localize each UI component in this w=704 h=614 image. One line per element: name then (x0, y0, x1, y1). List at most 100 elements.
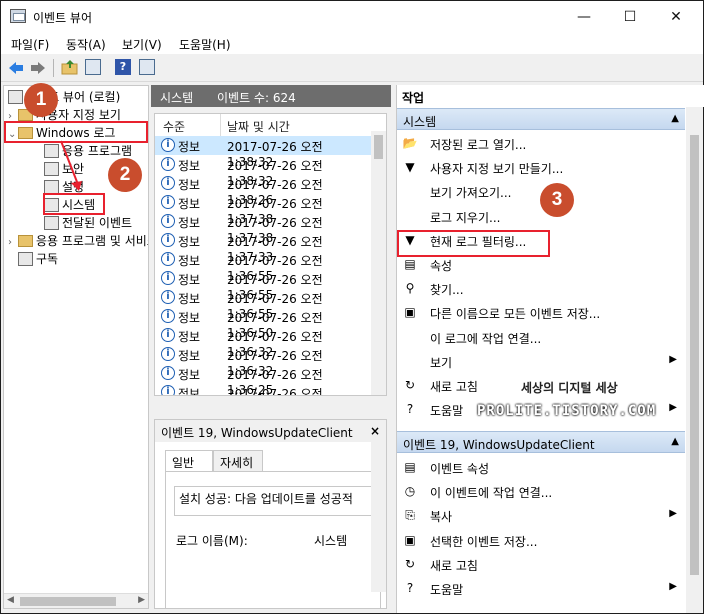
column-header-datetime[interactable]: 날짜 및 시간 (227, 118, 290, 135)
event-level: 정보 (178, 273, 201, 287)
maximize-button[interactable]: ☐ (607, 1, 653, 32)
actions-section-event[interactable]: 이벤트 19, WindowsUpdateClient ▲ (397, 431, 685, 453)
table-row[interactable]: i 정보 2017-07-26 오전 1:37:38 (155, 193, 371, 226)
info-icon: i (161, 385, 175, 395)
collapse-up-icon[interactable]: ▲ (671, 113, 679, 124)
table-row[interactable]: i 정보 2017-07-26 오전 1:38:32 (155, 155, 371, 188)
event-level: 정보 (178, 235, 201, 249)
column-separator (220, 114, 221, 136)
actions-scrollbar[interactable] (686, 107, 703, 613)
forward-arrow-icon[interactable] (29, 59, 47, 77)
title-bar: 이벤트 뷰어 — ☐ ✕ (1, 1, 703, 32)
action-label: 로그 지우기... (430, 210, 501, 225)
table-row[interactable]: i 정보 2017-07-26 오전 1:38:32 (155, 136, 371, 169)
event-list-scrollbar[interactable] (371, 131, 386, 395)
info-icon: i (161, 290, 175, 304)
tree-item-subscriptions[interactable]: 구독 (18, 250, 58, 268)
event-viewer-icon (10, 9, 26, 23)
action-item[interactable]: ▣ 선택한 이벤트 저장... (397, 528, 685, 552)
watermark-line2: PROLITE.TISTORY.COM (477, 403, 657, 419)
step-badge-3: 3 (540, 183, 574, 217)
info-icon: i (161, 347, 175, 361)
help-icon: ? (406, 581, 414, 595)
action-label: 사용자 지정 보기 만들기... (430, 162, 564, 177)
table-row[interactable]: i정보 2017-07-26 오전 1:36:25 (155, 383, 371, 396)
action-item[interactable]: 📂 저장된 로그 열기... (397, 131, 685, 155)
tree-item-forwarded-events[interactable]: 전달된 이벤트 (44, 214, 132, 232)
detail-title: 이벤트 19, WindowsUpdateClient (161, 426, 353, 440)
action-label: 속성 (430, 259, 453, 273)
event-level: 정보 (178, 387, 201, 396)
event-level: 정보 (178, 254, 201, 268)
event-viewer-icon (8, 90, 23, 104)
task-icon: ◷ (404, 484, 416, 499)
show-hide-tree-icon[interactable] (85, 59, 101, 75)
actions-section-system[interactable]: 시스템 ▲ (397, 108, 685, 130)
action-item[interactable]: 보기 ▶ (397, 349, 685, 373)
action-item[interactable]: ? 도움말 ▶ (397, 576, 685, 600)
table-row[interactable]: i 정보 2017-07-26 오전 1:36:32 (155, 345, 371, 378)
action-item[interactable]: 이 로그에 작업 연결... (397, 325, 685, 349)
properties-icon: ▤ (404, 460, 416, 474)
action-item[interactable]: ▣ 다른 이름으로 모든 이벤트 저장... (397, 300, 685, 324)
info-icon: i (161, 233, 175, 247)
close-icon[interactable]: × (370, 424, 380, 438)
action-item[interactable]: ⚲ 찾기... (397, 276, 685, 300)
help-icon[interactable]: ? (115, 59, 131, 75)
chevron-right-icon[interactable]: › (8, 237, 18, 248)
menu-file[interactable]: 파일(F) (11, 36, 49, 53)
menu-help[interactable]: 도움말(H) (179, 36, 231, 53)
info-icon: i (161, 328, 175, 342)
table-row[interactable]: i 정보 2017-07-26 오전 1:36:50 (155, 307, 371, 340)
menu-view[interactable]: 보기(V) (122, 36, 162, 53)
detail-scrollbar[interactable] (371, 442, 386, 592)
tab-general[interactable]: 일반 (165, 450, 213, 472)
action-label: 이벤트 속성 (430, 462, 490, 476)
minimize-button[interactable]: — (561, 1, 607, 32)
action-item[interactable]: ▤ 이벤트 속성 (397, 455, 685, 479)
close-button[interactable]: ✕ (653, 1, 699, 32)
action-label: 선택한 이벤트 저장... (430, 534, 538, 549)
scroll-thumb[interactable] (20, 597, 116, 606)
log-name-label: 로그 이름(M): (176, 534, 248, 548)
column-header-level[interactable]: 수준 (163, 118, 185, 135)
step-badge-1: 1 (24, 83, 58, 117)
step-badge-2: 2 (108, 158, 142, 192)
scroll-thumb[interactable] (690, 135, 699, 575)
action-item[interactable]: ▼ 사용자 지정 보기 만들기... (397, 155, 685, 179)
action-item[interactable]: ◷ 이 이벤트에 작업 연결... (397, 479, 685, 503)
table-row[interactable]: i정보 2017-07-26 오전 1:36:25 (155, 364, 371, 395)
table-row[interactable]: i 정보 2017-07-26 오전 1:36:55 (155, 250, 371, 283)
filter-icon: ▼ (405, 160, 415, 175)
table-row[interactable]: i 정보 2017-07-26 오전 1:38:26 (155, 174, 371, 207)
scroll-right-icon[interactable]: ▶ (138, 595, 145, 605)
toolbar-separator (53, 59, 54, 77)
table-row[interactable]: i 정보 2017-07-26 오전 1:37:38 (155, 212, 371, 245)
event-level: 정보 (178, 178, 201, 192)
info-icon: i (161, 195, 175, 209)
info-icon: i (161, 157, 175, 171)
collapse-up-icon[interactable]: ▲ (671, 436, 679, 447)
table-row[interactable]: i 정보 2017-07-26 오전 1:36:32 (155, 326, 371, 359)
table-row[interactable]: i 정보 2017-07-26 오전 1:37:33 (155, 231, 371, 264)
action-item[interactable]: ↻ 새로 고침 (397, 552, 685, 576)
log-icon (44, 216, 59, 230)
scroll-thumb[interactable] (374, 135, 383, 159)
find-icon: ⚲ (405, 281, 415, 296)
event-message[interactable]: 설치 성공: 다음 업데이트를 성공적 (174, 486, 376, 516)
scroll-left-icon[interactable]: ◀ (7, 595, 14, 605)
back-arrow-icon[interactable] (7, 59, 25, 77)
show-hide-action-pane-icon[interactable] (139, 59, 155, 75)
table-row[interactable]: i 정보 2017-07-26 오전 1:36:55 (155, 288, 371, 321)
tree-item-apps-services[interactable]: ›응용 프로그램 및 서비스 로그 (8, 232, 148, 250)
folder-up-icon[interactable] (61, 59, 79, 77)
tree-horizontal-scrollbar[interactable]: ◀ ▶ (4, 593, 148, 608)
event-level: 정보 (178, 292, 201, 306)
table-row[interactable]: i 정보 2017-07-26 오전 1:36:55 (155, 269, 371, 302)
event-list: 수준 날짜 및 시간 i 정보 2017-07-26 오전 1:38:32 i 정보 20… (154, 113, 387, 396)
menu-action[interactable]: 동작(A) (66, 36, 106, 53)
action-item[interactable]: ⎘ 복사 ▶ (397, 503, 685, 527)
tab-details[interactable]: 자세히 (213, 450, 263, 472)
highlight-filter-current-log (397, 230, 550, 257)
action-label: 도움말 (430, 404, 464, 419)
